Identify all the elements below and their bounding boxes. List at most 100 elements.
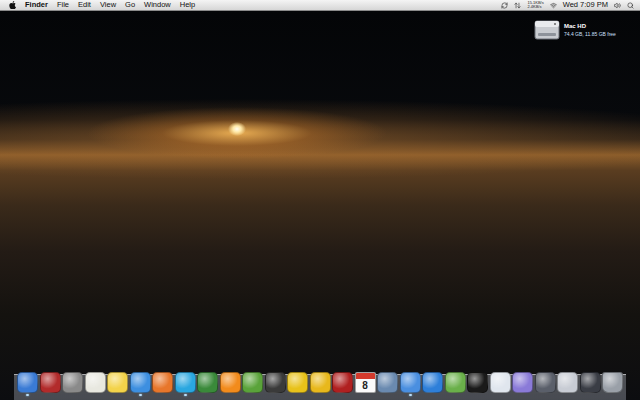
app-icon[interactable]	[62, 372, 83, 393]
running-indicator	[49, 394, 52, 396]
app-icon[interactable]	[310, 372, 331, 393]
dock-item[interactable]	[400, 372, 421, 396]
dock-item[interactable]	[220, 372, 241, 396]
app-icon[interactable]	[535, 372, 556, 393]
dock-item[interactable]	[332, 372, 353, 396]
running-indicator	[26, 394, 29, 396]
running-indicator	[544, 394, 547, 396]
menu-bar: Finder File Edit View Go Window Help 15.1KB/s2.…	[0, 0, 640, 11]
dock-item[interactable]	[602, 372, 623, 396]
dock-item[interactable]	[377, 372, 398, 396]
dock-item[interactable]	[580, 372, 601, 396]
menu-item[interactable]: View	[100, 1, 116, 9]
dock-item[interactable]	[40, 372, 61, 396]
dock-item[interactable]	[17, 372, 38, 396]
app-menu[interactable]: Finder	[25, 1, 48, 9]
app-icon[interactable]	[220, 372, 241, 393]
app-icon[interactable]	[152, 372, 173, 393]
dock-item[interactable]	[175, 372, 196, 396]
running-indicator	[386, 394, 389, 396]
app-icon[interactable]	[40, 372, 61, 393]
menu-item[interactable]: Window	[144, 1, 171, 9]
dock-item[interactable]	[467, 372, 488, 396]
dock-item[interactable]	[512, 372, 533, 396]
dock-item[interactable]	[107, 372, 128, 396]
running-indicator	[139, 394, 142, 396]
drive-info: 74.4 GB, 11.85 GB free	[564, 31, 616, 37]
running-indicator	[161, 394, 164, 396]
clock[interactable]: Wed 7:09 PM	[563, 1, 608, 9]
app-icon[interactable]	[17, 372, 38, 393]
wallpaper: Mac HD74.4 GB, 11.85 GB free 8	[0, 11, 640, 400]
app-icon[interactable]	[377, 372, 398, 393]
apple-icon[interactable]	[9, 1, 16, 9]
dock-item[interactable]	[535, 372, 556, 396]
app-icon[interactable]	[422, 372, 443, 393]
running-indicator	[116, 394, 119, 396]
app-icon[interactable]	[265, 372, 286, 393]
calendar-header	[356, 373, 375, 379]
volume-icon[interactable]	[614, 2, 621, 9]
app-icon[interactable]	[580, 372, 601, 393]
app-icon[interactable]	[400, 372, 421, 393]
dock-item[interactable]	[62, 372, 83, 396]
dock-item[interactable]	[422, 372, 443, 396]
spotlight-icon[interactable]	[627, 2, 634, 9]
desktop-screen: Finder File Edit View Go Window Help 15.1KB/s2.…	[0, 0, 640, 400]
activity-icon[interactable]	[514, 2, 521, 9]
app-icon[interactable]	[130, 372, 151, 393]
dock-item[interactable]	[445, 372, 466, 396]
running-indicator	[521, 394, 524, 396]
dock-item[interactable]	[310, 372, 331, 396]
app-icon[interactable]	[332, 372, 353, 393]
calendar-date: 8	[356, 379, 375, 392]
dock-item[interactable]	[85, 372, 106, 396]
menu-item[interactable]: Go	[125, 1, 135, 9]
app-icon[interactable]	[445, 372, 466, 393]
hard-drive-icon[interactable]	[534, 19, 560, 41]
app-icon[interactable]	[85, 372, 106, 393]
trash-icon[interactable]	[602, 372, 623, 393]
app-icon[interactable]	[467, 372, 488, 393]
running-indicator	[229, 394, 232, 396]
calendar-icon[interactable]: 8	[355, 372, 376, 393]
running-indicator	[611, 394, 614, 396]
running-indicator	[71, 394, 74, 396]
app-icon[interactable]	[107, 372, 128, 393]
desktop-icons: Mac HD74.4 GB, 11.85 GB free	[0, 11, 640, 43]
app-icon[interactable]	[197, 372, 218, 393]
running-indicator	[296, 394, 299, 396]
running-indicator	[319, 394, 322, 396]
dock-item[interactable]	[490, 372, 511, 396]
app-icon[interactable]	[557, 372, 578, 393]
menu-item[interactable]: Help	[180, 1, 195, 9]
dock-item[interactable]: 8	[355, 372, 376, 396]
app-icon[interactable]	[287, 372, 308, 393]
app-icon[interactable]	[175, 372, 196, 393]
running-indicator	[431, 394, 434, 396]
dock-item[interactable]	[130, 372, 151, 396]
dock-item[interactable]	[265, 372, 286, 396]
menu-item[interactable]: File	[57, 1, 69, 9]
dock-item[interactable]	[152, 372, 173, 396]
running-indicator	[364, 394, 367, 396]
dock-item[interactable]	[197, 372, 218, 396]
sync-icon[interactable]	[501, 2, 508, 9]
app-icon[interactable]	[512, 372, 533, 393]
app-icon[interactable]	[242, 372, 263, 393]
dock-item[interactable]	[287, 372, 308, 396]
dock-item[interactable]	[242, 372, 263, 396]
dock-item[interactable]	[557, 372, 578, 396]
running-indicator	[476, 394, 479, 396]
running-indicator	[454, 394, 457, 396]
app-icon[interactable]	[490, 372, 511, 393]
network-meter[interactable]: 15.1KB/s2.4KB/s	[527, 1, 543, 10]
desktop-icon[interactable]: Mac HD74.4 GB, 11.85 GB free	[532, 17, 636, 43]
running-indicator	[589, 394, 592, 396]
drive-name: Mac HD	[564, 23, 616, 30]
running-indicator	[341, 394, 344, 396]
running-indicator	[274, 394, 277, 396]
running-indicator	[409, 394, 412, 396]
wifi-icon[interactable]	[550, 2, 557, 9]
menu-item[interactable]: Edit	[78, 1, 91, 9]
